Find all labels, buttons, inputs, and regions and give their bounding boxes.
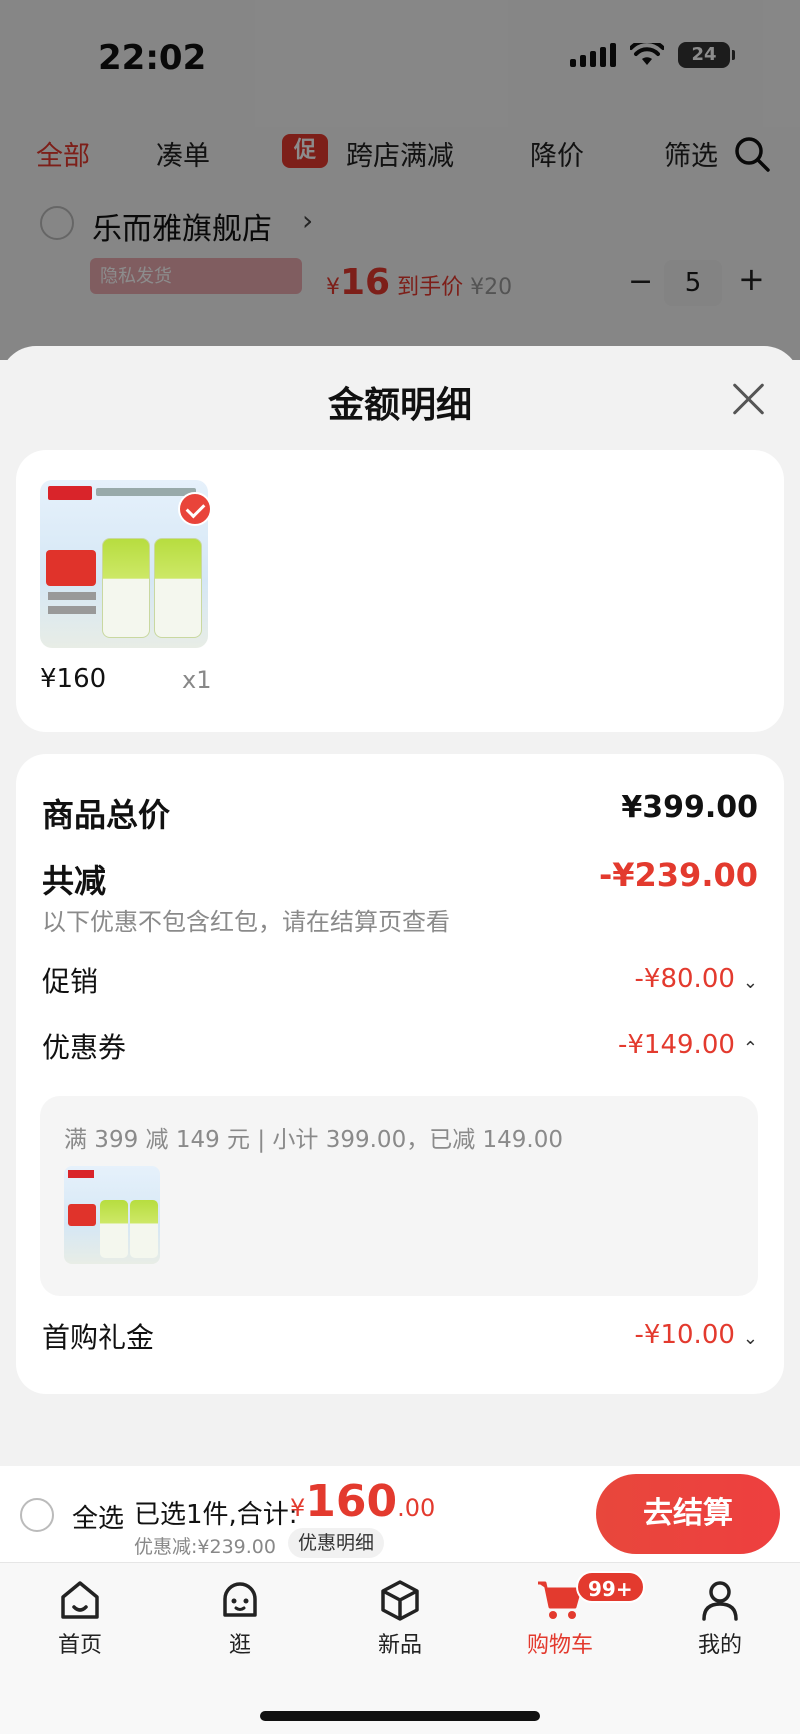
coupon-label: 优惠券 [42,1031,127,1064]
item-price: ¥160 [40,664,107,694]
tab-mine[interactable]: 我的 [670,1577,770,1667]
amount-detail-sheet: 金额明细 ¥160 x1 商品总价 ¥399.00 共减 -¥239.00 以下… [0,346,800,1466]
select-all-label[interactable]: 全选 [72,1498,124,1535]
coupon-description: 满 399 减 149 元 | 小计 399.00，已减 149.00 [64,1127,563,1153]
reduce-label: 共减 [42,862,107,900]
dim-overlay[interactable] [0,0,800,360]
selected-products-card: ¥160 x1 [16,450,784,732]
tab-browse[interactable]: 逛 [190,1577,290,1667]
select-all-checkbox[interactable] [20,1498,54,1532]
cart-count-badge: 99+ [576,1571,645,1603]
item-quantity: x1 [182,666,212,694]
chevron-up-icon: ⌃ [742,1038,758,1059]
discount-hint: 以下优惠不包含红包，请在结算页查看 [42,908,450,936]
chevron-down-icon: ⌄ [742,972,758,993]
reduce-value: -¥239.00 [598,856,758,894]
promo-row-toggle[interactable]: -¥80.00 ⌄ [635,964,758,994]
home-indicator [260,1711,540,1721]
total-price: ¥160.00 [290,1476,436,1527]
gift-row-toggle[interactable]: -¥10.00 ⌄ [635,1320,758,1350]
tab-new[interactable]: 新品 [350,1577,450,1667]
total-value: ¥399.00 [621,790,758,825]
box-icon [381,1580,419,1621]
amount-detail-button[interactable]: 优惠明细 [288,1528,385,1558]
close-icon[interactable] [728,378,768,418]
price-summary-card: 商品总价 ¥399.00 共减 -¥239.00 以下优惠不包含红包，请在结算页… [16,754,784,1394]
selected-check-icon [178,492,212,526]
user-icon [702,1581,738,1621]
selected-info: 已选1件,合计: [134,1500,298,1530]
gift-label: 首购礼金 [42,1321,155,1354]
checkout-button[interactable]: 去结算 [596,1474,780,1554]
total-label: 商品总价 [42,796,171,834]
face-icon [223,1582,257,1617]
chevron-down-icon: ⌄ [742,1328,758,1349]
home-icon [61,1581,99,1619]
tab-home[interactable]: 首页 [30,1577,130,1667]
coupon-row-toggle[interactable]: -¥149.00 ⌃ [618,1030,758,1060]
checkout-bar: 全选 已选1件,合计: ¥160.00 优惠减:¥239.00 优惠明细 去结算 [0,1466,800,1562]
background-page: 22:02 24 全部 凑单 跨店满减 降价 筛选 促 乐而雅旗舰店 › 隐私发… [0,0,800,360]
coupon-detail-box: 满 399 减 149 元 | 小计 399.00，已减 149.00 [40,1096,758,1296]
discount-info: 优惠减:¥239.00 [134,1536,276,1558]
coupon-product-thumbnail [64,1166,160,1264]
tab-cart[interactable]: 99+ 购物车 [510,1571,645,1667]
gift-value: -¥10.00 [634,1320,735,1350]
sheet-title: 金额明细 [327,385,472,426]
promo-value: -¥80.00 [634,964,735,994]
promo-label: 促销 [42,965,99,998]
tab-bar: 首页 逛 新品 99+ 购物车 我的 [0,1562,800,1734]
coupon-value: -¥149.00 [618,1030,735,1060]
